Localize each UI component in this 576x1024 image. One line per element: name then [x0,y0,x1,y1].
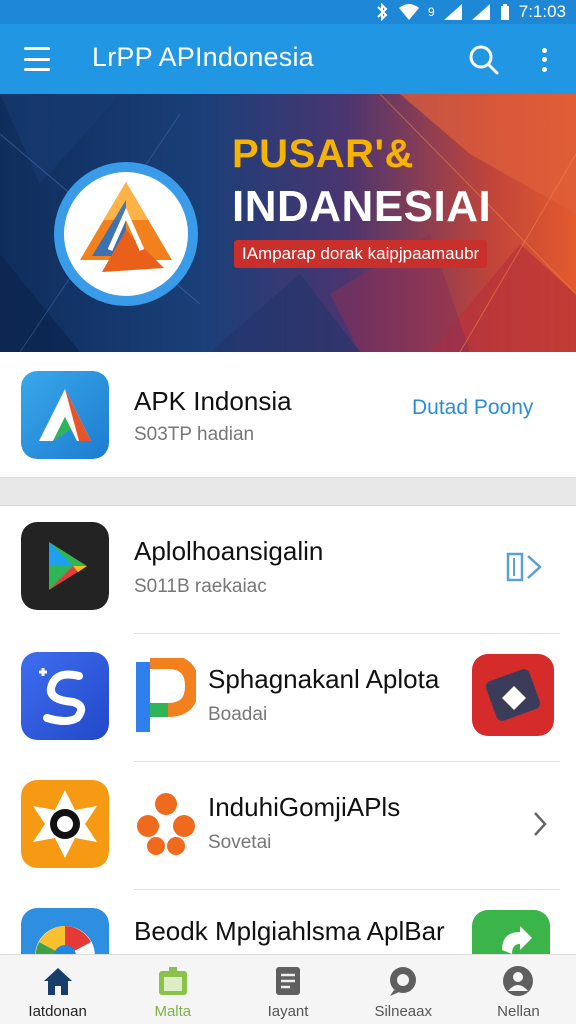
nav-label: Nellan [497,1003,540,1020]
install-icon[interactable] [504,550,544,584]
nav-label: Iatdonan [28,1003,87,1020]
app-orange-icon [21,780,109,868]
nav-item-chat[interactable]: Silneaax [346,955,461,1024]
app-green-icon [472,910,550,954]
app-bar: LrPP APIndonesia [0,24,576,94]
list-item[interactable]: Sphagnakanl Aplota Boadai [0,634,576,762]
search-icon [469,45,499,75]
nav-item-store[interactable]: Malta [115,955,230,1024]
list-item-subtitle: Boadai [208,704,268,725]
list-item[interactable]: Aplolhoansigalin S011B raekaiac [0,506,576,634]
store-icon [158,967,187,995]
app-p-icon [136,658,196,732]
hero-banner[interactable]: PUSAR'& INDANESIAI IAmparap dorak kaipjp… [0,94,576,352]
app-red-icon [472,654,554,736]
featured-app-subtitle: S03TP hadian [134,424,255,445]
bottom-navigation: Iatdonan Malta Iayant Silneaax Nellan [0,954,576,1024]
status-bar: 9 7:1:03 [0,0,576,24]
nav-item-home[interactable]: Iatdonan [0,955,115,1024]
signal-text: 9 [428,5,435,19]
home-icon [43,968,72,995]
chat-icon [390,967,417,996]
play-store-icon [21,522,109,610]
featured-app-name: APK Indonsia [134,386,292,416]
banner-logo-icon [54,162,198,306]
list-item-name: Sphagnakanl Aplota [208,664,440,694]
signal-icon [443,4,462,20]
signal-icon-2 [471,4,490,20]
chrome-like-icon [21,908,109,954]
section-separator [0,478,576,506]
nav-item-profile[interactable]: Nellan [461,955,576,1024]
document-icon [276,967,300,995]
featured-action-link[interactable]: Dutad Poony [412,396,533,420]
nav-item-document[interactable]: Iayant [230,955,345,1024]
nav-label: Iayant [267,1003,309,1020]
banner-title-line2: INDANESIAI [232,182,492,231]
profile-icon [503,966,534,996]
app-title: LrPP APIndonesia [92,42,314,72]
wifi-icon [399,4,420,20]
featured-app-card[interactable]: APK Indonsia S03TP hadian Dutad Poony [0,352,576,478]
search-button[interactable] [466,42,502,78]
app-s-icon [21,652,109,740]
nav-label: Malta [154,1003,192,1020]
list-item-name: InduhiGomjiAPls [208,792,401,822]
banner-tagline: IAmparap dorak kaipjpaamaubr [234,240,488,268]
app-flower-icon [137,793,195,855]
menu-button[interactable] [18,44,56,74]
nav-label: Silneaax [374,1003,432,1020]
list-item-subtitle: S011B raekaiac [134,576,267,597]
list-item-subtitle: Sovetai [208,832,272,853]
more-options-button[interactable] [532,42,556,78]
featured-app-icon [21,371,109,459]
chevron-right-icon[interactable] [530,810,550,838]
menu-icon [24,47,50,50]
more-vert-icon [541,48,547,54]
list-item-name: Beodk Mplgiahlsma AplBar [134,916,445,946]
bluetooth-icon [377,3,388,21]
list-item[interactable]: InduhiGomjiAPls Sovetai [0,762,576,890]
list-item-name: Aplolhoansigalin [134,536,324,566]
battery-icon [500,4,509,20]
banner-title-line1: PUSAR'& [232,132,414,176]
status-time: 7:1:03 [518,2,566,21]
list-item[interactable]: Beodk Mplgiahlsma AplBar [0,890,576,954]
